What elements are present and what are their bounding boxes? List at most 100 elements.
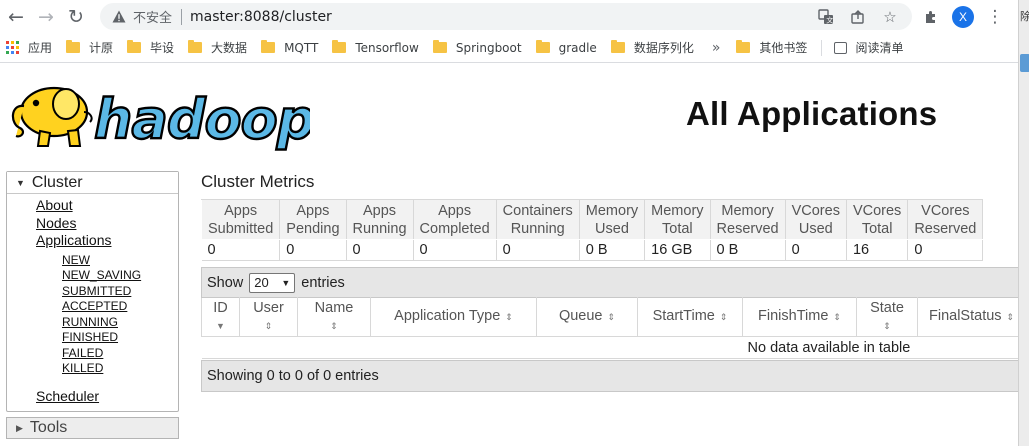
browser-toolbar: ← → ↻ 不安全 master:8088/cluster 文 ☆ X ⋮ [0, 0, 1018, 33]
address-bar[interactable]: 不安全 master:8088/cluster 文 ☆ [100, 3, 912, 30]
forward-icon[interactable]: → [31, 2, 61, 32]
bookmark-folder[interactable]: MQTT [255, 36, 326, 60]
bookmark-label: gradle [558, 40, 597, 55]
empty-message: No data available in table [201, 336, 1018, 359]
translate-icon[interactable]: 文 [816, 7, 836, 27]
warning-icon[interactable] [111, 9, 127, 25]
column-header-id[interactable]: ID ▼ [201, 297, 240, 337]
nav-link-failed[interactable]: FAILED [7, 346, 178, 362]
column-header-starttime[interactable]: StartTime ⇕ [637, 297, 743, 337]
nav-link-running[interactable]: RUNNING [7, 315, 178, 331]
back-icon[interactable]: ← [1, 2, 31, 32]
reload-icon[interactable]: ↻ [61, 2, 91, 32]
bookmark-label: 计原 [89, 41, 114, 55]
tools-label: Tools [29, 419, 68, 436]
nav-link-applications[interactable]: Applications [7, 232, 178, 250]
folder-icon [736, 40, 751, 53]
folder-icon [432, 40, 447, 53]
metrics-value: 0 [279, 239, 347, 261]
entries-label: entries [301, 274, 345, 291]
profile-button[interactable]: X [950, 4, 976, 30]
metrics-header-cell: Apps Pending [279, 199, 347, 240]
insecure-label[interactable]: 不安全 [133, 7, 172, 26]
bookmark-folder[interactable]: 大数据 [182, 36, 255, 60]
bookmark-label: Tensorflow [355, 40, 419, 55]
menu-dots-icon[interactable]: ⋮ [982, 4, 1008, 30]
metrics-value: 16 GB [644, 239, 711, 261]
bookmark-folder[interactable]: Tensorflow [326, 36, 427, 60]
column-header-application-type[interactable]: Application Type ⇕ [370, 297, 537, 337]
cluster-label: Cluster [31, 173, 83, 191]
bookmark-folder[interactable]: 毕设 [121, 36, 182, 60]
bookmark-label: 大数据 [211, 41, 248, 55]
metrics-header-cell: Memory Reserved [709, 199, 786, 240]
nav-link-submitted[interactable]: SUBMITTED [7, 284, 178, 300]
bookmark-folder[interactable]: Springboot [427, 36, 530, 60]
bookmark-other-folder[interactable]: 其他书签 [730, 36, 815, 60]
bookmark-folder[interactable]: 计原 [60, 36, 121, 60]
sort-desc-icon: ▼ [216, 320, 225, 331]
nav-link-scheduler[interactable]: Scheduler [7, 388, 178, 406]
cluster-metrics-table: Apps Submitted Apps Pending Apps Running Ap… [200, 199, 984, 261]
sort-icon: ⇕ [719, 312, 728, 322]
elephant-icon [11, 86, 93, 147]
bookmark-folder[interactable]: 数据序列化 [605, 36, 702, 60]
column-header-queue[interactable]: Queue ⇕ [536, 297, 638, 337]
bookmark-label: MQTT [284, 40, 319, 55]
nav-link-killed[interactable]: KILLED [7, 361, 178, 377]
main-content: Cluster Metrics Apps Submitted Apps Pendin… [200, 172, 1018, 392]
sort-icon: ⇕ [505, 312, 513, 322]
svg-text:hadoop: hadoop [94, 88, 310, 151]
bookmark-apps[interactable]: 应用 [0, 36, 60, 60]
metrics-header-cell: Containers Running [495, 199, 580, 240]
folder-icon [610, 40, 625, 53]
folder-icon [261, 40, 276, 53]
page-content: hadoop All Applications ▼ Cluster About … [0, 64, 1018, 446]
column-header-finalstatus[interactable]: FinalStatus ⇕ [917, 297, 1018, 337]
bookmark-star-icon[interactable]: ☆ [880, 7, 900, 27]
datatable-length-control: Show 20 ▼ entries [201, 267, 1018, 297]
hadoop-logo[interactable]: hadoop [10, 76, 310, 154]
cluster-section: ▼ Cluster About Nodes Applications NEW N… [6, 171, 179, 412]
column-header-state[interactable]: State ⇕ [856, 297, 918, 337]
metrics-value: 0 B [579, 239, 646, 261]
metrics-header-cell: VCores Total [845, 199, 909, 240]
nav-link-accepted[interactable]: ACCEPTED [7, 299, 178, 315]
extensions-icon[interactable] [918, 4, 944, 30]
reading-list-icon [834, 41, 848, 54]
metrics-header-cell: VCores Used [784, 199, 847, 240]
nav-link-new-saving[interactable]: NEW_SAVING [7, 268, 178, 284]
url-text[interactable]: master:8088/cluster [190, 9, 332, 25]
bookmark-label: Springboot [455, 40, 522, 55]
cluster-section-header[interactable]: ▼ Cluster [7, 172, 178, 194]
page-size-value: 20 [254, 275, 269, 290]
triangle-down-icon: ▼ [16, 177, 25, 188]
folder-icon [188, 40, 203, 53]
bookmark-label: 毕设 [150, 41, 175, 55]
metrics-header-cell: Memory Total [644, 199, 711, 240]
applications-header-row: ID ▼ User ⇕ Name ⇕ Application Type ⇕ Queue ⇕… [201, 297, 1018, 337]
sort-icon: ⇕ [1006, 312, 1015, 322]
datatable-info: Showing 0 to 0 of 0 entries [201, 360, 1018, 392]
nav-link-finished[interactable]: FINISHED [7, 330, 178, 346]
reading-list-button[interactable]: 阅读清单 [828, 36, 911, 60]
metrics-value: 0 [413, 239, 497, 261]
page-size-select[interactable]: 20 ▼ [249, 272, 296, 293]
share-icon[interactable] [848, 7, 868, 27]
cluster-metrics-title: Cluster Metrics [201, 172, 315, 191]
tools-section-header[interactable]: ▶ Tools [6, 417, 179, 439]
bookmark-folder[interactable]: gradle [530, 36, 605, 60]
column-header-name[interactable]: Name ⇕ [297, 297, 371, 337]
svg-text:文: 文 [826, 16, 833, 25]
sort-icon: ⇕ [330, 320, 338, 331]
column-header-user[interactable]: User ⇕ [239, 297, 298, 337]
folder-icon [127, 40, 142, 53]
applications-datatable: Show 20 ▼ entries ID ▼ User ⇕ Name ⇕ Applic… [201, 267, 1018, 392]
more-bookmarks-chevron[interactable]: » [702, 40, 731, 56]
metrics-header-cell: Memory Used [578, 199, 646, 240]
nav-link-nodes[interactable]: Nodes [7, 215, 178, 233]
metrics-value: 0 [907, 239, 984, 261]
nav-link-about[interactable]: About [7, 197, 178, 215]
nav-link-new[interactable]: NEW [7, 253, 178, 269]
column-header-finishtime[interactable]: FinishTime ⇕ [742, 297, 857, 337]
